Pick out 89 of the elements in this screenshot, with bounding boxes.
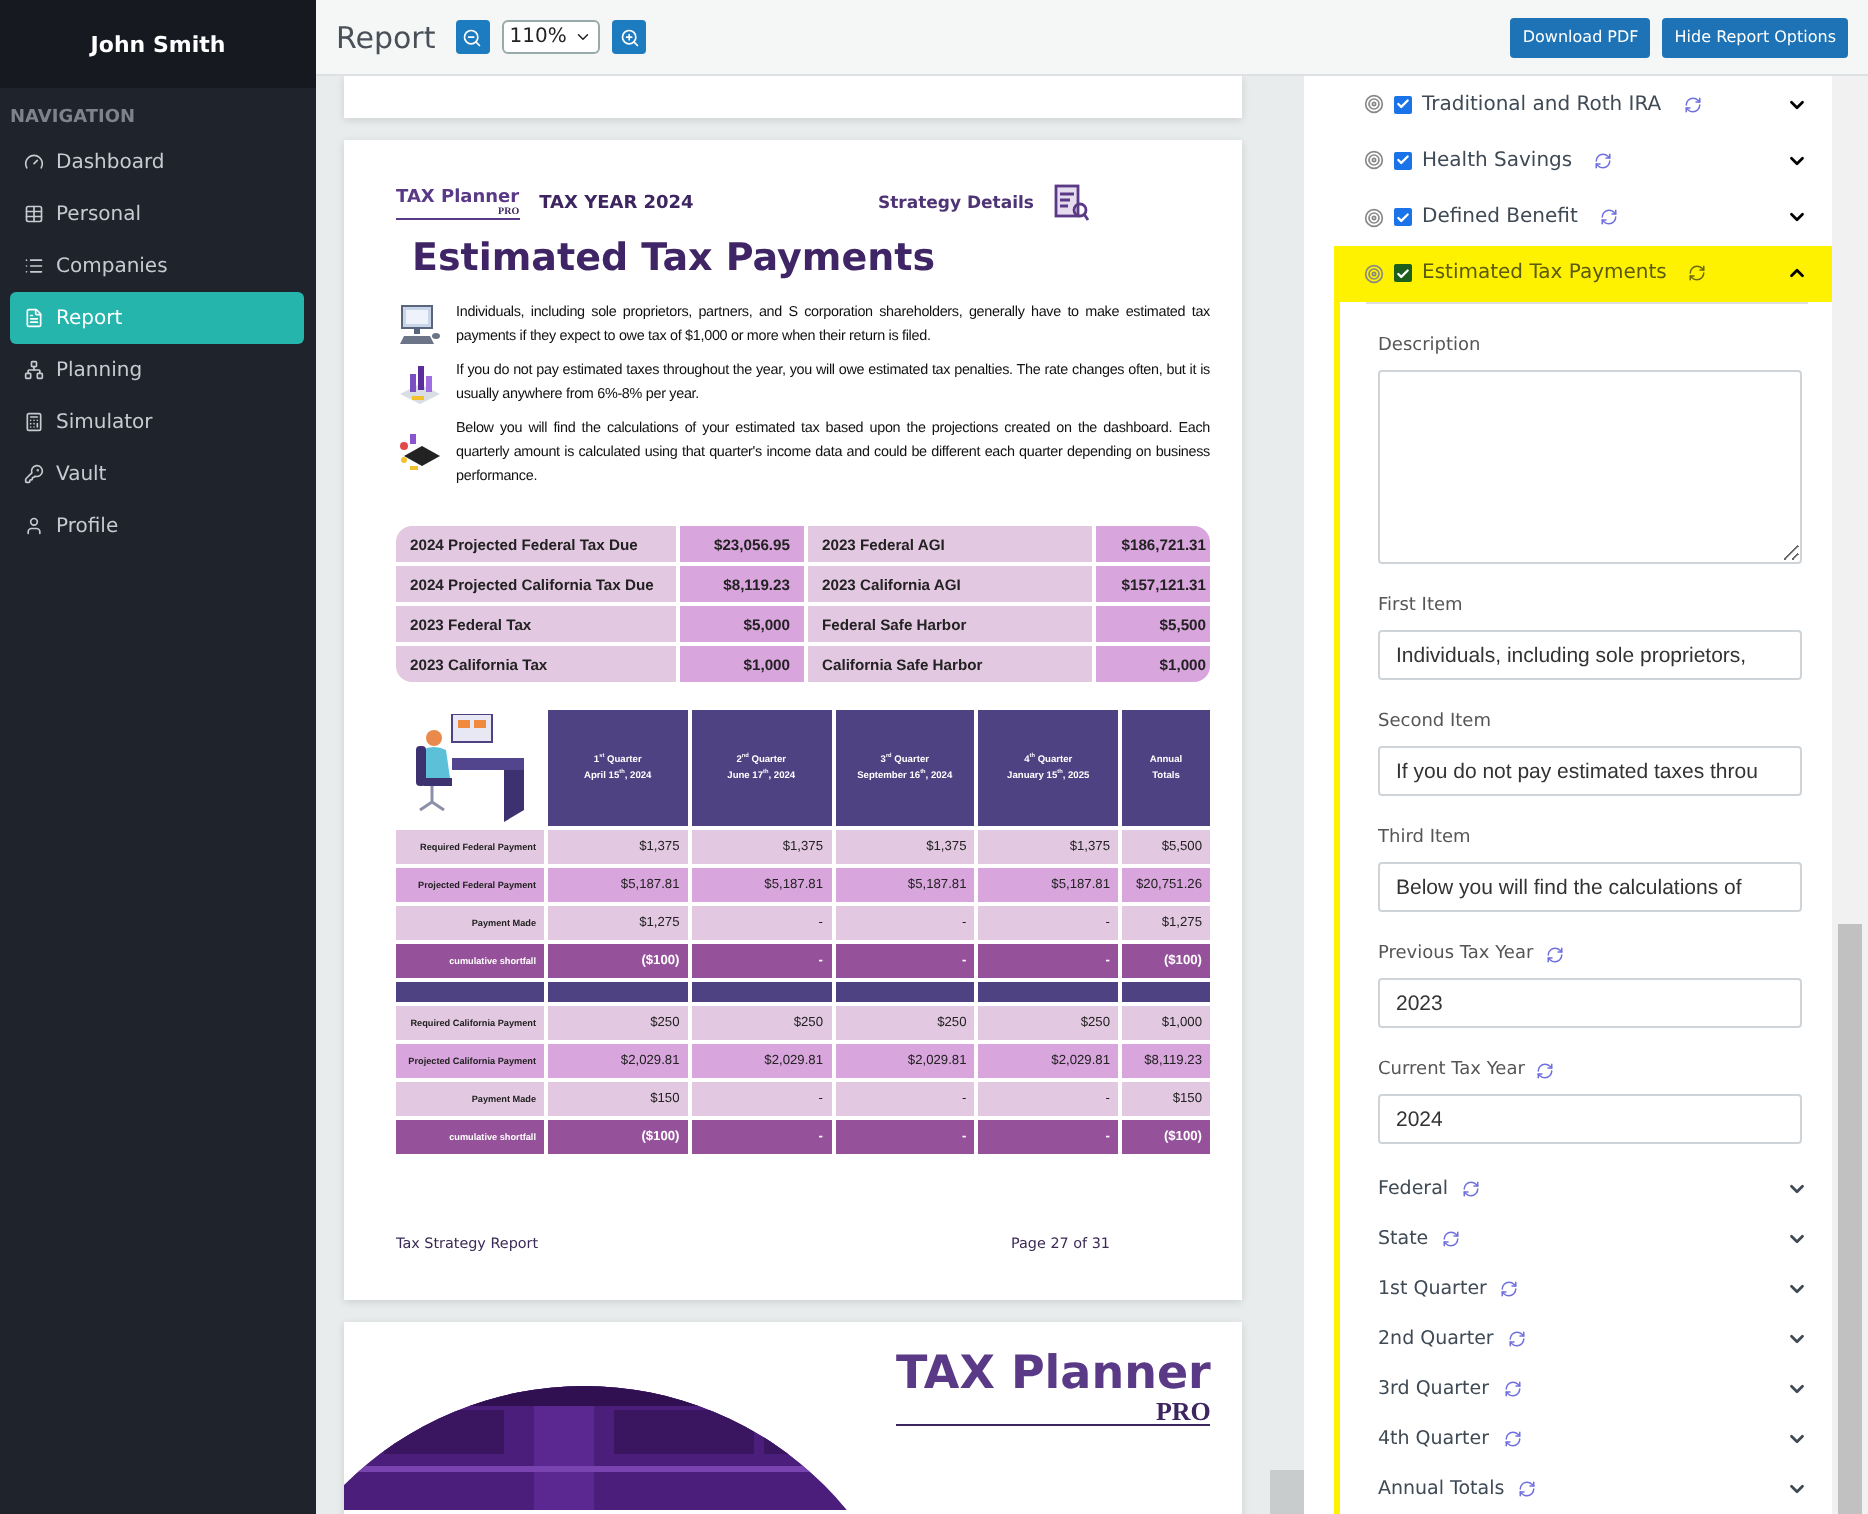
caret-icon: [574, 28, 593, 46]
tax-year: TAX YEAR 2024: [539, 194, 694, 214]
nav-item[interactable]: Companies: [10, 240, 304, 292]
description-field[interactable]: [1378, 370, 1802, 564]
strategy-label: Defined Benefit: [1422, 206, 1578, 229]
refresh-icon[interactable]: [1507, 1330, 1526, 1348]
checkbox[interactable]: [1394, 151, 1412, 170]
input-field[interactable]: 2024: [1378, 1094, 1802, 1144]
input-field[interactable]: Individuals, including sole proprietors,: [1378, 630, 1802, 680]
separator-bar: [835, 982, 975, 1002]
refresh-icon[interactable]: [1599, 208, 1618, 227]
refresh-icon[interactable]: [1536, 1061, 1555, 1079]
field-label: Current Tax Year: [1378, 1060, 1525, 1080]
key-icon: [24, 464, 44, 484]
user-icon: [24, 516, 44, 536]
section-label[interactable]: 1st Quarter: [1378, 1278, 1487, 1300]
field-label: First Item: [1378, 596, 1463, 616]
scrollbar[interactable]: [1270, 76, 1304, 1514]
page-title: Report: [336, 19, 436, 55]
hierarchy-icon: [24, 360, 44, 380]
zoom-out-icon: [462, 27, 483, 47]
nav-item[interactable]: Dashboard: [10, 136, 304, 188]
table-icon: [24, 204, 44, 224]
refresh-icon[interactable]: [1594, 151, 1613, 170]
section-label[interactable]: State: [1378, 1228, 1429, 1250]
nav-item[interactable]: Profile: [10, 500, 304, 552]
section-label[interactable]: Federal: [1378, 1178, 1449, 1200]
field-label: Previous Tax Year: [1378, 944, 1534, 964]
section-label: Strategy Details: [877, 194, 1034, 214]
scrollbar[interactable]: [1832, 76, 1868, 1514]
user-name: John Smith: [0, 0, 316, 88]
input-field[interactable]: 2023: [1378, 978, 1802, 1028]
refresh-icon[interactable]: [1545, 945, 1564, 963]
refresh-icon[interactable]: [1518, 1480, 1537, 1498]
section-label[interactable]: 3rd Quarter: [1378, 1378, 1490, 1400]
checkbox[interactable]: [1394, 208, 1412, 227]
refresh-icon[interactable]: [1500, 1280, 1519, 1298]
nav-item[interactable]: Planning: [10, 344, 304, 396]
checkbox[interactable]: [1394, 95, 1412, 114]
refresh-icon[interactable]: [1503, 1380, 1522, 1398]
field-label: Description: [1378, 336, 1481, 356]
refresh-icon[interactable]: [1442, 1230, 1461, 1248]
separator-bar: [691, 982, 831, 1002]
target-icon: [1364, 207, 1384, 228]
refresh-icon[interactable]: [1503, 1430, 1522, 1448]
input-field[interactable]: Below you will find the calculations of: [1378, 862, 1802, 912]
strategy-label: Health Savings: [1422, 149, 1573, 172]
strategy-row[interactable]: Defined Benefit: [1334, 189, 1832, 246]
nav-heading: NAVIGATION: [8, 106, 138, 132]
refresh-icon[interactable]: [1688, 264, 1707, 283]
computer-icon: [396, 300, 444, 348]
strategy-row[interactable]: Traditional and Roth IRA: [1334, 76, 1832, 133]
refresh-icon[interactable]: [1683, 95, 1702, 114]
field-label: Third Item: [1378, 828, 1471, 848]
section-label[interactable]: 2nd Quarter: [1378, 1328, 1494, 1350]
document-icon: [24, 308, 44, 328]
report-title: Estimated Tax Payments: [412, 236, 938, 280]
zoom-out-button[interactable]: [455, 20, 490, 54]
hide-options-button[interactable]: Hide Report Options: [1662, 17, 1848, 57]
zoom-in-icon: [619, 27, 640, 47]
strategy-label: Traditional and Roth IRA: [1422, 93, 1662, 116]
nav-item[interactable]: Simulator: [10, 396, 304, 448]
strategy-row[interactable]: Health Savings: [1334, 132, 1832, 189]
circuit-board-icon: [396, 428, 444, 476]
separator-bar: [1122, 982, 1210, 1002]
section-label[interactable]: 4th Quarter: [1378, 1428, 1490, 1450]
separator-bar: [978, 982, 1118, 1002]
input-field[interactable]: If you do not pay estimated taxes throu: [1378, 746, 1802, 796]
section-label[interactable]: Annual Totals: [1378, 1478, 1505, 1500]
dashboard-icon: [24, 152, 44, 172]
target-icon: [1364, 94, 1384, 115]
zoom-in-button[interactable]: [612, 20, 647, 54]
calculator-icon: [24, 412, 44, 432]
nav-item[interactable]: Vault: [10, 448, 304, 500]
field-label: Second Item: [1378, 712, 1491, 732]
document-search-icon: [1054, 184, 1090, 224]
target-icon: [1364, 263, 1384, 284]
strategy-label: Estimated Tax Payments: [1422, 262, 1667, 285]
person-at-desk-drawing: [412, 714, 528, 826]
list-icon: [24, 256, 44, 276]
checkbox[interactable]: [1394, 264, 1412, 283]
brand-logo: TAX Planner PRO: [896, 1352, 1211, 1426]
refresh-icon[interactable]: [1462, 1180, 1481, 1198]
strategy-row[interactable]: Estimated Tax Payments: [1334, 245, 1832, 302]
nav-item[interactable]: Personal: [10, 188, 304, 240]
zoom-select[interactable]: 110%: [501, 20, 601, 54]
separator-bar: [548, 982, 688, 1002]
download-button[interactable]: Download PDF: [1510, 17, 1651, 57]
target-icon: [1364, 150, 1384, 171]
